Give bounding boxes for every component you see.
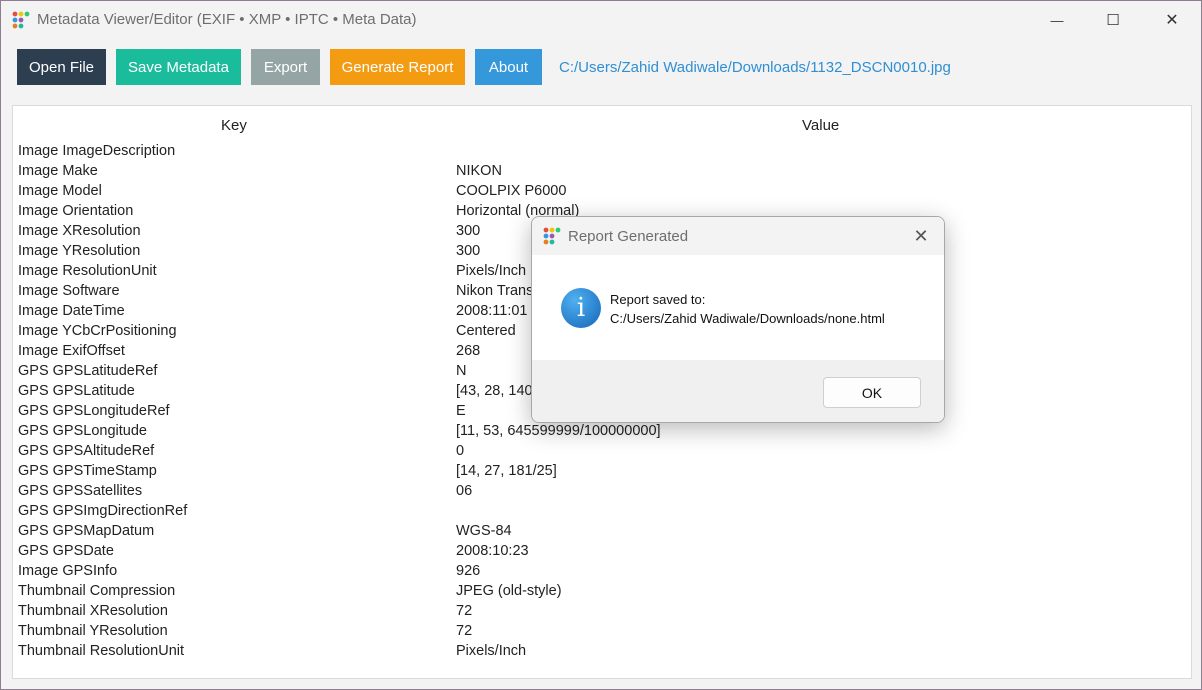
row-value: [11, 53, 645599999/100000000] <box>456 423 661 439</box>
row-key: Image ExifOffset <box>18 343 125 359</box>
row-value: [43, 28, 140 <box>456 383 533 399</box>
ok-button[interactable]: OK <box>823 377 921 408</box>
row-value: NIKON <box>456 163 502 179</box>
row-value: 300 <box>456 243 481 259</box>
title-bar[interactable]: Metadata Viewer/Editor (EXIF • XMP • IPT… <box>1 1 1201 39</box>
row-value: 268 <box>456 343 481 359</box>
row-key: Thumbnail Compression <box>18 583 176 599</box>
table-row[interactable]: GPS GPSDate 2008:10:23 <box>13 542 1191 562</box>
generate-report-button[interactable]: Generate Report <box>330 49 465 85</box>
row-value: Pixels/Inch <box>456 263 527 279</box>
row-key: GPS GPSLongitudeRef <box>18 403 170 419</box>
close-button[interactable]: ✕ <box>1149 1 1195 39</box>
app-logo-icon <box>12 11 30 29</box>
table-row[interactable]: GPS GPSMapDatum WGS-84 <box>13 522 1191 542</box>
row-key: GPS GPSMapDatum <box>18 523 155 539</box>
row-value: Nikon Trans <box>456 283 534 299</box>
row-value: 72 <box>456 603 473 619</box>
table-row[interactable]: Image ImageDescription <box>13 142 1191 162</box>
table-row[interactable]: Image GPSInfo 926 <box>13 562 1191 582</box>
value-column-header[interactable]: Value <box>802 117 839 134</box>
table-row[interactable]: Thumbnail YResolution 72 <box>13 622 1191 642</box>
file-path-label: C:/Users/Zahid Wadiwale/Downloads/1132_D… <box>559 59 951 76</box>
row-value: 0 <box>456 443 465 459</box>
minimize-icon: — <box>1050 12 1064 28</box>
maximize-icon: ☐ <box>1106 12 1120 29</box>
row-key: Image XResolution <box>18 223 141 239</box>
dialog-message-line2: C:/Users/Zahid Wadiwale/Downloads/none.h… <box>610 311 885 326</box>
dialog-footer: OK <box>532 360 944 422</box>
row-key: Image YResolution <box>18 243 141 259</box>
row-key: Image Orientation <box>18 203 134 219</box>
export-button[interactable]: Export <box>251 49 320 85</box>
row-key: Thumbnail XResolution <box>18 603 168 619</box>
row-key: Image DateTime <box>18 303 125 319</box>
main-window: Metadata Viewer/Editor (EXIF • XMP • IPT… <box>0 0 1202 690</box>
row-key: GPS GPSDate <box>18 543 114 559</box>
table-row[interactable]: GPS GPSTimeStamp [14, 27, 181/25] <box>13 462 1191 482</box>
table-row[interactable]: Thumbnail Compression JPEG (old-style) <box>13 582 1191 602</box>
row-value: 06 <box>456 483 473 499</box>
row-key: Image Make <box>18 163 98 179</box>
row-value: 926 <box>456 563 481 579</box>
row-value: [14, 27, 181/25] <box>456 463 557 479</box>
row-key: GPS GPSLongitude <box>18 423 147 439</box>
info-icon: i <box>561 288 601 328</box>
row-key: GPS GPSAltitudeRef <box>18 443 155 459</box>
about-button[interactable]: About <box>475 49 542 85</box>
open-file-button[interactable]: Open File <box>17 49 106 85</box>
row-value: Pixels/Inch <box>456 643 527 659</box>
row-key: GPS GPSSatellites <box>18 483 143 499</box>
minimize-button[interactable]: — <box>1034 1 1080 39</box>
row-value: 300 <box>456 223 481 239</box>
table-row[interactable]: GPS GPSAltitudeRef 0 <box>13 442 1191 462</box>
row-value: COOLPIX P6000 <box>456 183 567 199</box>
toolbar: Open File Save Metadata Export Generate … <box>1 39 1201 97</box>
app-logo-icon <box>543 227 561 245</box>
close-icon: ✕ <box>1165 12 1179 29</box>
row-value: E <box>456 403 466 419</box>
table-row[interactable]: Thumbnail XResolution 72 <box>13 602 1191 622</box>
table-row[interactable]: Image Model COOLPIX P6000 <box>13 182 1191 202</box>
window-title: Metadata Viewer/Editor (EXIF • XMP • IPT… <box>37 11 417 28</box>
row-value: 2008:11:01 2 <box>456 303 540 319</box>
row-key: GPS GPSImgDirectionRef <box>18 503 188 519</box>
dialog-title: Report Generated <box>568 228 689 245</box>
table-row[interactable]: Image Make NIKON <box>13 162 1191 182</box>
row-key: GPS GPSTimeStamp <box>18 463 157 479</box>
row-key: Thumbnail ResolutionUnit <box>18 643 185 659</box>
row-key: Image YCbCrPositioning <box>18 323 177 339</box>
row-value: JPEG (old-style) <box>456 583 562 599</box>
dialog-message-line1: Report saved to: <box>610 292 706 307</box>
row-value: WGS-84 <box>456 523 512 539</box>
close-icon: ✕ <box>913 225 929 246</box>
dialog-close-button[interactable]: ✕ <box>906 221 936 251</box>
row-value: 2008:10:23 <box>456 543 529 559</box>
table-row[interactable]: GPS GPSImgDirectionRef <box>13 502 1191 522</box>
row-key: GPS GPSLatitude <box>18 383 135 399</box>
report-generated-dialog: Report Generated ✕ i Report saved to: C:… <box>531 216 945 423</box>
key-column-header[interactable]: Key <box>221 117 247 134</box>
table-row[interactable]: GPS GPSLongitude [11, 53, 645599999/10000… <box>13 422 1191 442</box>
row-key: Image Software <box>18 283 120 299</box>
save-metadata-button[interactable]: Save Metadata <box>116 49 241 85</box>
dialog-title-bar[interactable]: Report Generated ✕ <box>532 217 944 255</box>
dialog-message: Report saved to: C:/Users/Zahid Wadiwale… <box>610 290 885 328</box>
row-key: Image GPSInfo <box>18 563 118 579</box>
row-key: Thumbnail YResolution <box>18 623 168 639</box>
table-row[interactable]: GPS GPSSatellites 06 <box>13 482 1191 502</box>
row-value: N <box>456 363 467 379</box>
table-row[interactable]: Thumbnail ResolutionUnit Pixels/Inch <box>13 642 1191 662</box>
dialog-body: i Report saved to: C:/Users/Zahid Wadiwa… <box>532 255 944 360</box>
row-key: Image ResolutionUnit <box>18 263 157 279</box>
maximize-button[interactable]: ☐ <box>1090 1 1136 39</box>
row-value: 72 <box>456 623 473 639</box>
row-value: Centered <box>456 323 516 339</box>
row-key: Image Model <box>18 183 102 199</box>
row-key: GPS GPSLatitudeRef <box>18 363 158 379</box>
row-key: Image ImageDescription <box>18 143 176 159</box>
